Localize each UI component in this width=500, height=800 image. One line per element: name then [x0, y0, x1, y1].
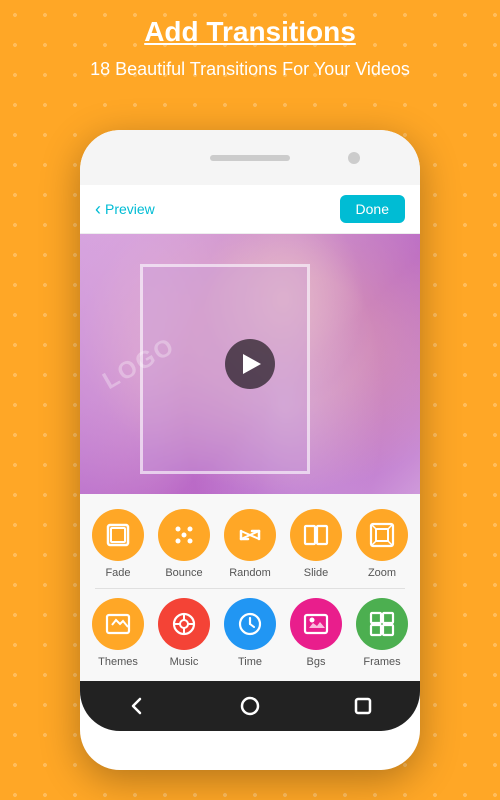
tool-music[interactable]: Music: [158, 598, 210, 668]
time-icon-circle: [224, 598, 276, 650]
bgs-icon-circle: [290, 598, 342, 650]
phone-camera: [348, 152, 360, 164]
frames-icon: [368, 610, 396, 638]
tool-themes[interactable]: Themes: [92, 598, 144, 668]
play-button[interactable]: [225, 339, 275, 389]
back-arrow-icon: ‹: [95, 199, 101, 220]
app-header: ‹ Preview Done: [80, 185, 420, 234]
slide-icon: [302, 521, 330, 549]
bounce-icon: [170, 521, 198, 549]
tool-zoom[interactable]: Zoom: [356, 509, 408, 579]
tool-time[interactable]: Time: [224, 598, 276, 668]
nav-recent-icon: [352, 695, 374, 717]
phone-speaker: [210, 155, 290, 161]
themes-icon-circle: [92, 598, 144, 650]
tool-random[interactable]: Random: [224, 509, 276, 579]
frames-icon-circle: [356, 598, 408, 650]
done-button[interactable]: Done: [340, 195, 405, 223]
random-icon: [236, 521, 264, 549]
tool-frames[interactable]: Frames: [356, 598, 408, 668]
slide-label: Slide: [304, 567, 328, 579]
tool-slide[interactable]: Slide: [290, 509, 342, 579]
bounce-label: Bounce: [165, 567, 202, 579]
time-icon: [236, 610, 264, 638]
bgs-icon: [302, 610, 330, 638]
nav-back-icon: [126, 695, 148, 717]
preview-label: Preview: [105, 201, 155, 217]
music-icon: [170, 610, 198, 638]
nav-back-button[interactable]: [126, 695, 148, 717]
frames-label: Frames: [363, 656, 400, 668]
tool-bgs[interactable]: Bgs: [290, 598, 342, 668]
nav-home-icon: [239, 695, 261, 717]
tools-row: Themes Music: [85, 593, 415, 673]
nav-home-button[interactable]: [239, 695, 261, 717]
zoom-icon-circle: [356, 509, 408, 561]
bottom-nav: [80, 681, 420, 731]
back-button[interactable]: ‹ Preview: [95, 199, 155, 220]
slide-icon-circle: [290, 509, 342, 561]
themes-icon: [104, 610, 132, 638]
time-label: Time: [238, 656, 262, 668]
zoom-label: Zoom: [368, 567, 396, 579]
main-title: Add Transitions: [20, 15, 480, 49]
video-preview[interactable]: LOGO: [80, 234, 420, 494]
music-label: Music: [170, 656, 199, 668]
tool-fade[interactable]: Fade: [92, 509, 144, 579]
top-section: Add Transitions 18 Beautiful Transitions…: [0, 0, 500, 92]
zoom-icon: [368, 521, 396, 549]
bgs-label: Bgs: [307, 656, 326, 668]
fade-label: Fade: [105, 567, 130, 579]
phone-status-bar: [80, 130, 420, 185]
bottom-toolbar: Fade Bounce: [80, 494, 420, 681]
phone-mockup: ‹ Preview Done LOGO Fade: [80, 130, 420, 770]
music-icon-circle: [158, 598, 210, 650]
random-label: Random: [229, 567, 271, 579]
subtitle: 18 Beautiful Transitions For Your Videos: [20, 57, 480, 82]
toolbar-separator: [95, 588, 405, 589]
play-icon: [243, 354, 261, 374]
fade-icon: [104, 521, 132, 549]
random-icon-circle: [224, 509, 276, 561]
themes-label: Themes: [98, 656, 138, 668]
transitions-row: Fade Bounce: [85, 504, 415, 584]
fade-icon-circle: [92, 509, 144, 561]
tool-bounce[interactable]: Bounce: [158, 509, 210, 579]
nav-recent-button[interactable]: [352, 695, 374, 717]
bounce-icon-circle: [158, 509, 210, 561]
